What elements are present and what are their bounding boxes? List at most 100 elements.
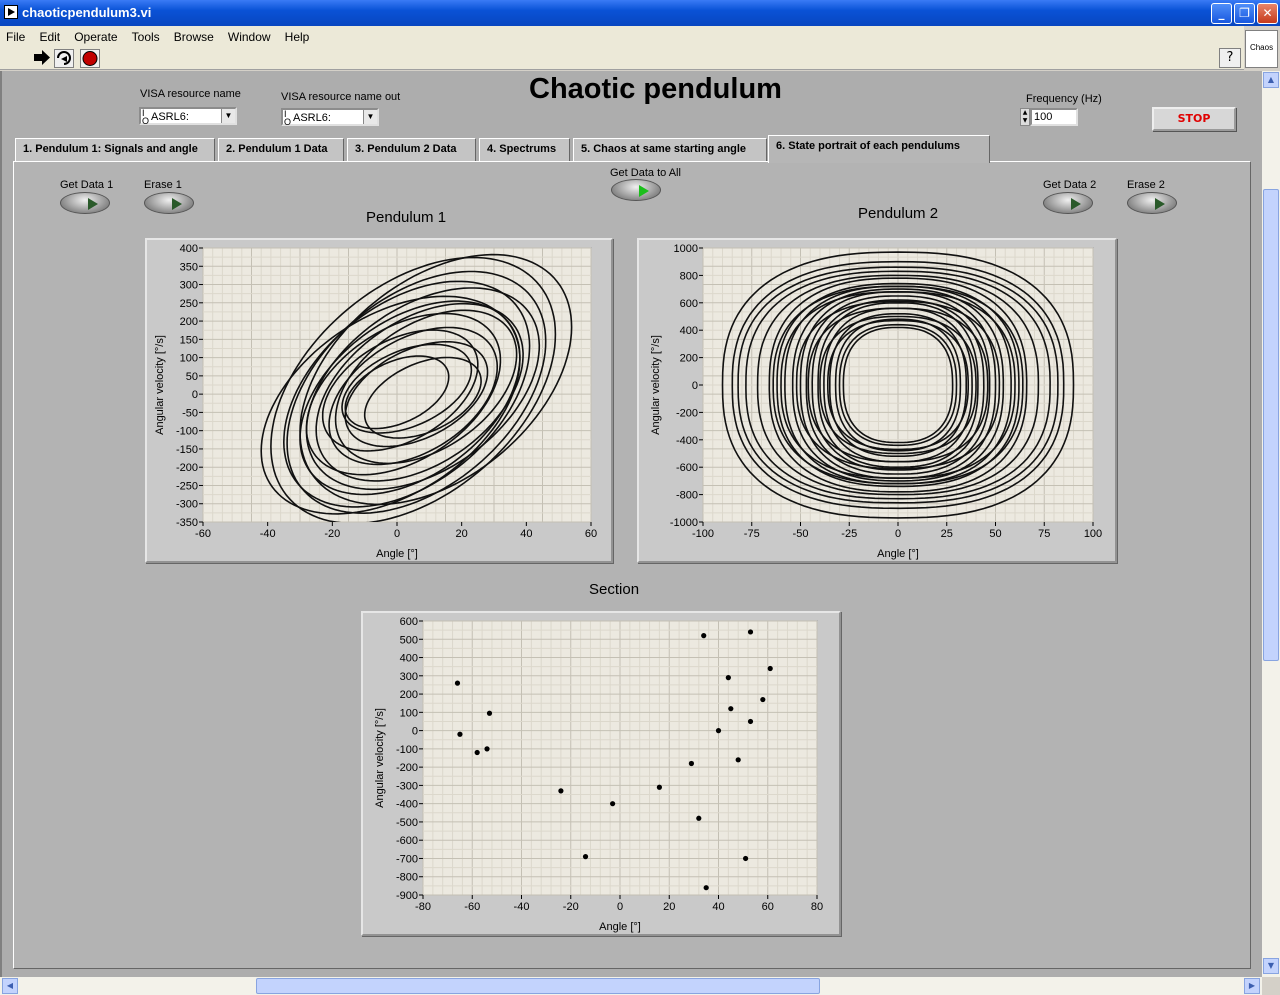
minimize-button[interactable]: _ bbox=[1211, 3, 1232, 24]
page-title: Chaotic pendulum bbox=[529, 73, 782, 105]
get-data-2-button[interactable] bbox=[1043, 192, 1093, 214]
frequency-control[interactable]: ▲ ▼ 100 bbox=[1020, 108, 1078, 126]
get-data-all-button[interactable] bbox=[611, 179, 661, 201]
erase-2-button[interactable] bbox=[1127, 192, 1177, 214]
erase-2-label: Erase 2 bbox=[1127, 179, 1165, 191]
run-continuous-icon[interactable] bbox=[54, 49, 74, 68]
section-point bbox=[725, 675, 731, 681]
menu-window[interactable]: Window bbox=[222, 27, 274, 44]
menu-browse[interactable]: Browse bbox=[168, 27, 217, 44]
x-tick-label: -75 bbox=[744, 528, 760, 540]
y-tick-label: 200 bbox=[680, 353, 698, 365]
tab-pendulum1-signals[interactable]: 1. Pendulum 1: Signals and angle bbox=[15, 138, 215, 162]
y-tick-label: 1000 bbox=[674, 243, 698, 255]
y-tick-label: -1000 bbox=[670, 517, 698, 529]
x-tick-label: 100 bbox=[1084, 528, 1102, 540]
section-point bbox=[486, 710, 493, 716]
chart-svg: -80 -60 -40 -20 0 20 40 60 806005004003002001000… bbox=[374, 616, 823, 933]
run-arrow-icon[interactable] bbox=[32, 49, 52, 68]
section-point bbox=[457, 731, 463, 737]
scroll-thumb[interactable] bbox=[256, 978, 820, 994]
y-tick-label: -200 bbox=[676, 407, 698, 419]
scroll-up-icon[interactable]: ▲ bbox=[1263, 72, 1279, 88]
erase-1-button[interactable] bbox=[144, 192, 194, 214]
section-point bbox=[688, 760, 695, 767]
menu-file[interactable]: File bbox=[0, 27, 28, 44]
frequency-value[interactable]: 100 bbox=[1030, 108, 1078, 126]
menu-tools[interactable]: Tools bbox=[126, 27, 163, 44]
x-tick-label: -20 bbox=[563, 901, 579, 913]
y-tick-label: -200 bbox=[396, 762, 418, 774]
visa-in-field[interactable]: IO ASRL6: ▼ bbox=[139, 107, 237, 126]
x-tick-label: 0 bbox=[394, 528, 400, 540]
stop-button[interactable]: STOP bbox=[1152, 107, 1236, 131]
visa-out-label: VISA resource name out bbox=[281, 91, 401, 103]
section-point bbox=[715, 728, 722, 734]
get-data-1-button[interactable] bbox=[60, 192, 110, 214]
tab-pendulum2-data[interactable]: 3. Pendulum 2 Data bbox=[347, 138, 476, 162]
menu-bar: File Edit Operate Tools Browse Window He… bbox=[0, 26, 1244, 46]
y-tick-label: -200 bbox=[176, 462, 198, 474]
section-point bbox=[696, 815, 702, 821]
y-tick-label: -300 bbox=[396, 780, 418, 792]
y-tick-label: -600 bbox=[676, 462, 698, 474]
section-point bbox=[701, 633, 707, 639]
front-panel: VISA resource name IO ASRL6: ▼ VISA reso… bbox=[0, 71, 1262, 977]
menu-edit[interactable]: Edit bbox=[33, 27, 63, 44]
x-tick-label: -80 bbox=[415, 901, 431, 913]
y-tick-label: 600 bbox=[680, 298, 698, 310]
tab-spectrums[interactable]: 4. Spectrums bbox=[479, 138, 570, 162]
spinner-icon[interactable]: ▲ ▼ bbox=[1020, 108, 1030, 126]
menu-help[interactable]: Help bbox=[279, 27, 313, 44]
y-tick-label: 300 bbox=[400, 671, 418, 683]
section-point bbox=[582, 854, 589, 860]
vertical-scrollbar[interactable]: ▲ ▼ bbox=[1262, 71, 1280, 977]
y-tick-label: 200 bbox=[400, 689, 418, 701]
y-tick-label: -600 bbox=[396, 835, 418, 847]
x-tick-label: 75 bbox=[1038, 528, 1050, 540]
y-tick-label: 0 bbox=[692, 380, 698, 392]
restore-button[interactable]: ❐ bbox=[1234, 3, 1255, 24]
abort-icon[interactable] bbox=[80, 49, 100, 68]
scroll-thumb[interactable] bbox=[1263, 189, 1279, 661]
x-tick-label: 60 bbox=[762, 901, 774, 913]
y-tick-label: -400 bbox=[676, 435, 698, 447]
y-tick-label: 100 bbox=[180, 353, 198, 365]
x-tick-label: -25 bbox=[841, 528, 857, 540]
pendulum1-graph: -60 -40 -20 0 20 40 60 400 350 300 250 200 150 100 50 0… bbox=[145, 238, 613, 563]
x-tick-label: -60 bbox=[195, 528, 211, 540]
y-axis-label: Angular velocity [°/s] bbox=[154, 335, 166, 435]
chevron-down-icon[interactable]: ▼ bbox=[221, 109, 235, 123]
pendulum1-graph-title: Pendulum 1 bbox=[366, 209, 447, 226]
y-tick-label: -250 bbox=[176, 480, 198, 492]
x-tick-label: 25 bbox=[941, 528, 953, 540]
x-tick-label: 0 bbox=[617, 901, 623, 913]
help-icon[interactable]: ? bbox=[1219, 48, 1241, 68]
y-tick-label: -100 bbox=[396, 744, 418, 756]
close-button[interactable]: ✕ bbox=[1257, 3, 1278, 24]
y-tick-label: 500 bbox=[400, 634, 418, 646]
y-tick-label: 200 bbox=[180, 316, 198, 328]
tab-chaos-same-angle[interactable]: 5. Chaos at same starting angle bbox=[573, 138, 767, 162]
get-data-2-label: Get Data 2 bbox=[1043, 179, 1097, 191]
horizontal-scrollbar[interactable]: ◀ ▶ bbox=[0, 977, 1262, 995]
y-tick-label: -50 bbox=[182, 407, 198, 419]
x-tick-label: -100 bbox=[692, 528, 714, 540]
x-tick-label: -20 bbox=[324, 528, 340, 540]
tab-state-portrait[interactable]: 6. State portrait of each pendulums bbox=[768, 135, 990, 163]
scroll-right-icon[interactable]: ▶ bbox=[1244, 978, 1260, 994]
x-tick-label: -60 bbox=[464, 901, 480, 913]
tab-content: Get Data 1 Erase 1 Get Data to All Get D… bbox=[13, 161, 1251, 969]
x-tick-label: -50 bbox=[793, 528, 809, 540]
y-tick-label: -150 bbox=[176, 444, 198, 456]
pendulum2-graph: -100 -75 -50 -25 0 25 50 75 100 1000 800 600 400 200 0… bbox=[637, 238, 1117, 563]
menu-operate[interactable]: Operate bbox=[68, 27, 120, 44]
visa-in-value: ASRL6: bbox=[151, 111, 189, 123]
scroll-left-icon[interactable]: ◀ bbox=[2, 978, 18, 994]
y-tick-label: 350 bbox=[180, 261, 198, 273]
x-tick-label: 0 bbox=[895, 528, 901, 540]
x-tick-label: -40 bbox=[260, 528, 276, 540]
visa-out-field: IO ASRL6: ▼ bbox=[281, 108, 379, 127]
tab-pendulum1-data[interactable]: 2. Pendulum 1 Data bbox=[218, 138, 344, 162]
scroll-down-icon[interactable]: ▼ bbox=[1263, 958, 1279, 974]
